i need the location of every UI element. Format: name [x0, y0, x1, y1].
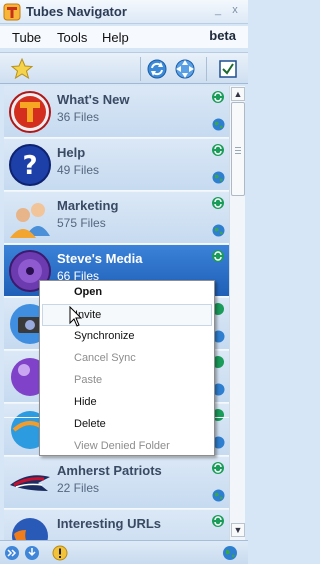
checkbox-icon[interactable] [216, 57, 240, 81]
tube-file-count: 22 Files [57, 481, 100, 495]
refresh-icon[interactable] [145, 57, 169, 81]
people-icon [10, 203, 50, 238]
scroll-up-button[interactable]: ▲ [231, 87, 245, 101]
tube-name: What's New [57, 92, 130, 107]
tubes-app-icon [3, 3, 21, 21]
list-item[interactable]: ? Help 49 Files [4, 139, 229, 191]
globe-status-icon[interactable] [222, 545, 238, 561]
sync-icon[interactable] [211, 461, 225, 475]
list-item[interactable]: What's New 36 Files [4, 86, 229, 138]
context-menu: Open Invite Synchronize Cancel Sync Past… [39, 280, 215, 456]
status-bar [0, 540, 248, 564]
scroll-grip [235, 150, 241, 151]
menu-bar: Tube Tools Help beta [0, 26, 248, 48]
globe-icon[interactable] [212, 118, 225, 131]
beta-label: beta [209, 28, 236, 43]
menu-item-synchronize[interactable]: Synchronize [42, 326, 212, 348]
expand-arrows-icon[interactable] [4, 545, 20, 561]
scroll-down-button[interactable]: ▼ [231, 523, 245, 537]
help-question-icon: ? [9, 144, 51, 186]
mouse-cursor-icon [69, 306, 83, 327]
tube-name: Help [57, 145, 86, 160]
favorites-star-icon[interactable] [10, 57, 34, 81]
scroll-grip [235, 153, 241, 154]
tube-name: Amherst Patriots [57, 463, 162, 478]
tube-file-count: 49 Files [57, 163, 100, 177]
tube-file-count: 575 Files [57, 216, 106, 230]
menu-item-open[interactable]: Open [42, 282, 212, 304]
sync-icon[interactable] [211, 514, 225, 528]
network-sync-icon[interactable] [173, 57, 197, 81]
tube-file-count: 36 Files [57, 110, 100, 124]
sync-icon[interactable] [211, 143, 225, 157]
alert-icon[interactable] [52, 545, 68, 561]
toolbar-separator [206, 57, 207, 81]
patriots-logo-icon [10, 475, 50, 491]
menu-item-cancel-sync: Cancel Sync [74, 352, 136, 364]
sync-icon[interactable] [211, 90, 225, 104]
menu-item-delete[interactable]: Delete [42, 414, 212, 436]
globe-icon[interactable] [212, 489, 225, 502]
globe-icon[interactable] [212, 224, 225, 237]
toolbar [0, 52, 248, 84]
scroll-grip [235, 147, 241, 148]
menu-help[interactable]: Help [102, 30, 129, 45]
list-item[interactable]: Marketing 575 Files [4, 192, 229, 244]
menu-item-hide[interactable]: Hide [42, 392, 212, 414]
scroll-thumb[interactable] [231, 102, 245, 196]
minimize-button[interactable]: _ [212, 4, 224, 16]
sync-icon[interactable] [211, 196, 225, 210]
menu-item-invite[interactable]: Invite [42, 304, 212, 326]
menu-tube[interactable]: Tube [12, 30, 41, 45]
title-bar: Tubes Navigator _ x [0, 0, 248, 24]
tube-name: Steve's Media [57, 251, 143, 266]
window-title: Tubes Navigator [26, 4, 127, 19]
tube-name: Marketing [57, 198, 119, 213]
svg-text:?: ? [22, 151, 37, 181]
close-button[interactable]: x [229, 4, 241, 16]
sync-icon[interactable] [211, 249, 225, 263]
list-item[interactable]: Amherst Patriots 22 Files [4, 457, 229, 509]
menu-tools[interactable]: Tools [57, 30, 87, 45]
globe-icon[interactable] [212, 171, 225, 184]
tubes-logo-icon [9, 91, 51, 133]
toolbar-separator [140, 57, 141, 81]
list-item[interactable]: Interesting URLs [4, 510, 229, 540]
firefox-icon [12, 518, 48, 540]
menu-item-paste: Paste [74, 374, 103, 386]
menu-item-view-denied-folder: View Denied Folder [74, 440, 170, 452]
download-icon[interactable] [24, 545, 40, 561]
vertical-scrollbar[interactable]: ▲ ▼ [229, 86, 245, 540]
tube-name: Interesting URLs [57, 516, 162, 531]
